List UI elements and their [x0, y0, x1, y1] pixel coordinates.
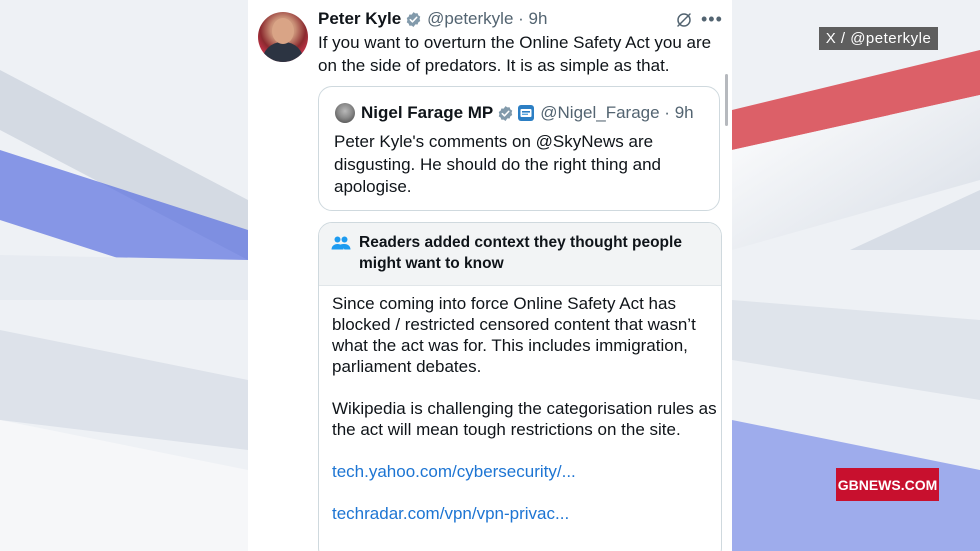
tweet-text: If you want to overturn the Online Safet… [318, 33, 712, 75]
quoted-author-name: Nigel Farage MP [361, 103, 494, 122]
community-note: Readers added context they thought peopl… [318, 222, 722, 551]
author-handle-time[interactable]: @peterkyle · 9h [427, 9, 547, 29]
author-avatar[interactable] [258, 12, 308, 62]
community-note-body: Since coming into force Online Safety Ac… [332, 293, 717, 524]
verified-badge-icon [497, 105, 514, 122]
grok-icon[interactable] [675, 11, 693, 34]
quoted-handle-time: @Nigel_Farage · 9h [540, 103, 694, 122]
affiliation-badge-icon [517, 104, 535, 122]
scrollbar[interactable] [725, 74, 728, 126]
community-note-title: Readers added context they thought peopl… [359, 234, 682, 272]
more-icon[interactable]: ••• [701, 9, 723, 30]
tweet-header: Peter Kyle @peterkyle · 9h [318, 8, 547, 30]
quoted-tweet[interactable]: Nigel Farage MP @Nigel_Farage · 9h Peter… [318, 86, 720, 211]
community-note-paragraph: Since coming into force Online Safety Ac… [332, 294, 696, 376]
community-note-paragraph: Wikipedia is challenging the categorisat… [332, 399, 717, 439]
verified-badge-icon [405, 11, 422, 28]
author-name[interactable]: Peter Kyle [318, 9, 401, 29]
people-icon [331, 235, 351, 256]
quoted-tweet-text: Peter Kyle's comments on @SkyNews are di… [334, 132, 662, 196]
community-note-link[interactable]: tech.yahoo.com/cybersecurity/... [332, 461, 717, 482]
quoted-tweet-header: Nigel Farage MP @Nigel_Farage · 9h [361, 101, 694, 125]
brand-tag: GBNEWS.COM [836, 468, 939, 501]
source-tag: X / @peterkyle [819, 27, 938, 50]
community-note-link[interactable]: techradar.com/vpn/vpn-privac... [332, 503, 717, 524]
community-note-header: Readers added context they thought peopl… [319, 223, 721, 286]
quoted-author-avatar [335, 103, 355, 123]
tweet-panel: Peter Kyle @peterkyle · 9h ••• If you wa… [248, 0, 732, 551]
